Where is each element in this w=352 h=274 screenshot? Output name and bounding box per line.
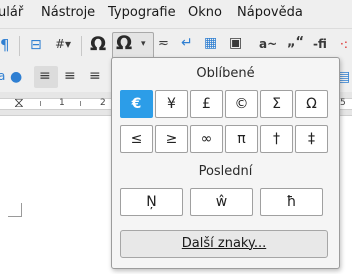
menu-window[interactable]: Okno	[188, 5, 222, 20]
footnote-icon[interactable]: ↵	[181, 36, 193, 50]
favorite-char[interactable]: Ω	[295, 90, 328, 118]
favorite-char[interactable]: ≥	[155, 125, 188, 153]
favorite-char[interactable]: π	[225, 125, 258, 153]
page-corner-mark	[8, 203, 22, 217]
insert-field-icon[interactable]: ⊟	[30, 38, 42, 52]
hyphen-icon[interactable]: ·:	[340, 38, 348, 50]
align-right-icon[interactable]: ≡	[89, 69, 101, 83]
indent-marker-icon[interactable]: ⧖	[14, 96, 24, 110]
toolbar-separator	[81, 36, 82, 56]
more-characters-label: Další znaky...	[181, 236, 267, 251]
recent-char[interactable]: ŵ	[190, 188, 253, 216]
ruler-tick	[80, 101, 81, 106]
align-left-icon[interactable]: ≡	[39, 69, 51, 83]
comment-icon[interactable]: ▣	[229, 36, 242, 50]
ligature-icon[interactable]: -fi	[313, 38, 327, 50]
quotes-icon[interactable]: „“	[287, 36, 304, 49]
chevron-down-icon[interactable]: ▾	[141, 40, 146, 49]
favorite-char[interactable]: ¥	[155, 90, 188, 118]
ruler-number: 1	[59, 98, 65, 108]
special-character-popup: Oblíbené € ¥ £ © Σ Ω ≤ ≥ ∞ π † ‡ Posledn…	[111, 57, 340, 269]
favorite-char[interactable]: ∞	[190, 125, 223, 153]
align-center-icon[interactable]: ≡	[64, 69, 76, 83]
special-character-icon[interactable]: Ω	[90, 35, 106, 54]
favorite-char[interactable]: ≤	[120, 125, 153, 153]
menu-tools[interactable]: Nástroje	[41, 5, 95, 20]
favorite-char[interactable]: €	[120, 90, 153, 118]
recent-char[interactable]: Ņ	[120, 188, 183, 216]
toolbar-separator	[19, 36, 20, 56]
menu-typography[interactable]: Typografie	[108, 5, 176, 20]
recent-title: Poslední	[198, 164, 253, 179]
recent-char[interactable]: ħ	[260, 188, 323, 216]
menu-format[interactable]: ulář	[0, 5, 23, 20]
favorite-char[interactable]: ©	[225, 90, 258, 118]
page-number-icon[interactable]: #▾	[55, 38, 71, 50]
hyperlink-icon[interactable]: ≂	[158, 37, 169, 50]
paragraph-marks-icon[interactable]: ¶	[0, 38, 10, 53]
bookmark-grid-icon[interactable]: ▦	[204, 36, 217, 50]
more-characters-button[interactable]: Další znaky...	[120, 230, 328, 258]
ruler-number: 5	[340, 98, 346, 108]
font-color-icon[interactable]: a	[0, 70, 5, 82]
favorite-char[interactable]: †	[260, 125, 293, 153]
menu-bar: ulář Nástroje Typografie Okno Nápověda	[0, 0, 352, 28]
favorite-char[interactable]: ‡	[295, 125, 328, 153]
menu-help[interactable]: Nápověda	[237, 5, 303, 20]
favorite-char[interactable]: Σ	[260, 90, 293, 118]
ruler-number: 2	[100, 98, 106, 108]
ruler-tick	[40, 101, 41, 106]
nonbreaking-space-icon[interactable]: a~	[259, 38, 277, 50]
list-bullets-icon[interactable]: ●	[10, 70, 22, 84]
favorite-char[interactable]: £	[190, 90, 223, 118]
favorites-title: Oblíbené	[196, 66, 255, 81]
special-character-active-icon[interactable]: Ω	[116, 34, 132, 53]
